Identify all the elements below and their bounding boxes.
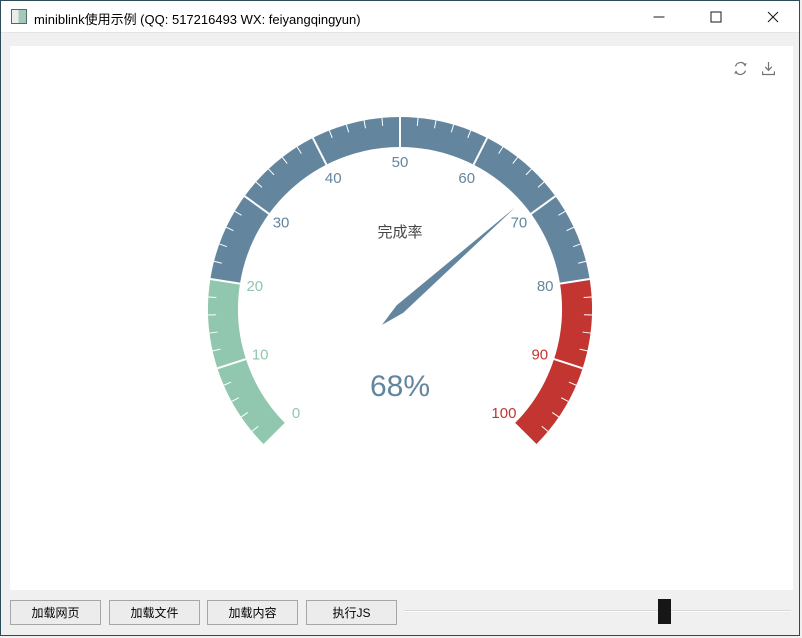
save-image-icon[interactable] (760, 60, 777, 77)
gauge-axis-label: 50 (392, 154, 409, 171)
close-button[interactable] (744, 1, 800, 32)
gauge-axis-label: 60 (458, 170, 475, 187)
gauge-minor-tick (584, 297, 592, 298)
titlebar: miniblink使用示例 (QQ: 517216493 WX: feiyang… (1, 1, 800, 33)
chart-panel: 0 10 20 30 40 50 60 70 80 90 100 完成率 68% (10, 46, 793, 590)
caption-buttons (630, 1, 800, 32)
gauge-axis-label: 80 (537, 278, 554, 295)
close-icon (767, 11, 779, 23)
gauge-minor-tick (208, 297, 216, 298)
restore-icon[interactable] (732, 60, 749, 77)
slider-handle[interactable] (658, 599, 671, 624)
minimize-button[interactable] (630, 1, 687, 32)
execute-js-button[interactable]: 执行JS (306, 600, 397, 625)
value-slider[interactable] (404, 598, 791, 625)
maximize-button[interactable] (687, 1, 744, 32)
gauge-axis-label: 0 (292, 405, 300, 422)
gauge-axis-label: 30 (273, 215, 290, 232)
maximize-icon (710, 11, 722, 23)
chart-toolbox (732, 60, 777, 77)
gauge-axis-label: 20 (246, 278, 263, 295)
load-file-button[interactable]: 加载文件 (109, 600, 200, 625)
window-title: miniblink使用示例 (QQ: 517216493 WX: feiyang… (34, 9, 361, 28)
app-window: miniblink使用示例 (QQ: 517216493 WX: feiyang… (0, 0, 800, 636)
load-webpage-button[interactable]: 加载网页 (10, 600, 101, 625)
gauge-axis-label: 90 (531, 346, 548, 363)
gauge-axis-label: 40 (325, 170, 342, 187)
app-icon (11, 9, 27, 24)
minimize-icon (653, 11, 665, 23)
load-content-button[interactable]: 加载内容 (207, 600, 298, 625)
slider-track[interactable] (404, 610, 791, 613)
gauge-axis-label: 70 (511, 215, 528, 232)
gauge-chart: 0 10 20 30 40 50 60 70 80 90 100 完成率 68% (10, 46, 793, 590)
gauge-axis-label: 10 (252, 346, 269, 363)
gauge-title: 完成率 (377, 224, 422, 241)
gauge-detail: 68% (370, 370, 430, 403)
gauge-axis-label: 100 (491, 405, 516, 422)
